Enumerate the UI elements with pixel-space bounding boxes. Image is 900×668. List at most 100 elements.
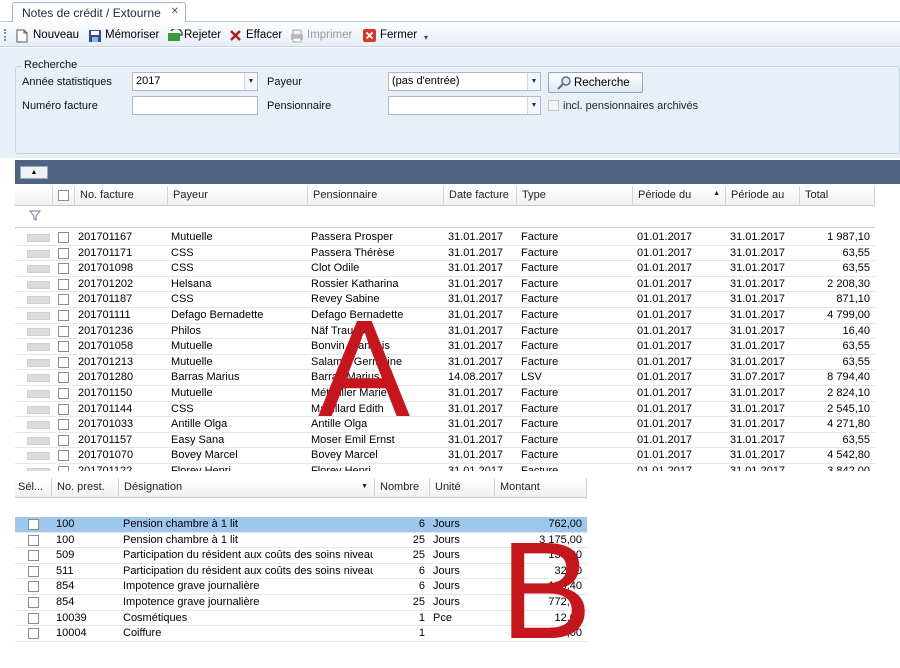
table-row[interactable]: 201701144 CSS Mabillard Edith 31.01.2017 Fac… <box>15 402 875 418</box>
annee-select[interactable]: 2017 ▼ <box>132 72 258 91</box>
tab-notes-credit[interactable]: Notes de crédit / Extourne ✕ <box>12 2 186 22</box>
numero-facture-input[interactable] <box>132 96 258 115</box>
header-montant[interactable]: Montant <box>495 478 587 498</box>
chevron-down-icon[interactable]: ▼ <box>244 73 257 90</box>
table-row[interactable]: 201701280 Barras Marius Barras Marius 14.08… <box>15 370 875 386</box>
table-row[interactable]: 201701202 Helsana Rossier Katharina 31.01.2… <box>15 277 875 293</box>
row-checkbox[interactable] <box>28 612 39 624</box>
filter-row[interactable] <box>15 206 875 228</box>
header-no-prest[interactable]: No. prest. <box>52 478 119 498</box>
row-indicator[interactable] <box>27 265 50 274</box>
row-checkbox[interactable] <box>28 597 39 608</box>
row-indicator[interactable] <box>27 249 50 258</box>
table-cell: 31.01.2017 <box>730 449 786 462</box>
archived-checkbox[interactable] <box>548 100 559 111</box>
header-unite[interactable]: Unité <box>430 478 495 498</box>
table-row[interactable]: 201701033 Antille Olga Antille Olga 31.01.2… <box>15 417 875 433</box>
row-checkbox[interactable] <box>58 450 69 462</box>
table-row[interactable]: 201701098 CSS Clot Odile 31.01.2017 Facture 0… <box>15 261 875 277</box>
row-checkbox[interactable] <box>58 466 69 471</box>
row-checkbox[interactable] <box>28 565 39 577</box>
row-checkbox[interactable] <box>58 419 69 431</box>
row-indicator[interactable] <box>27 312 50 320</box>
fermer-button[interactable]: Fermer <box>363 27 417 43</box>
header-periode-au[interactable]: Période au <box>726 186 800 206</box>
nouveau-button[interactable]: Nouveau <box>16 27 79 43</box>
row-checkbox[interactable] <box>28 519 39 530</box>
row-checkbox[interactable] <box>58 434 69 446</box>
row-checkbox[interactable] <box>28 550 39 562</box>
effacer-button[interactable]: Effacer <box>229 27 282 43</box>
row-indicator[interactable] <box>27 296 50 305</box>
row-indicator[interactable] <box>27 327 50 336</box>
table-row[interactable]: 201701213 Mutuelle Salamin Germaine 31.01.2… <box>15 355 875 371</box>
row-indicator[interactable] <box>27 390 50 398</box>
row-checkbox[interactable] <box>58 356 69 368</box>
row-indicator[interactable] <box>27 452 50 461</box>
table-cell: Philos <box>171 324 201 337</box>
table-row[interactable]: 201701167 Mutuelle Passera Prosper 31.01.20… <box>15 230 875 246</box>
header-periode-du[interactable]: Période du ▲ <box>633 186 726 206</box>
row-indicator[interactable] <box>27 374 50 383</box>
table-row[interactable]: 201701122 Florey Henri Florey Henri 31.01.2… <box>15 464 875 471</box>
header-designation[interactable]: Désignation ▼ <box>119 478 375 498</box>
close-tab-icon[interactable]: ✕ <box>171 6 179 17</box>
filter-icon[interactable] <box>28 210 42 224</box>
row-checkbox[interactable] <box>58 388 69 399</box>
table-row[interactable]: 201701150 Mutuelle Métrailler Marie 31.01.2… <box>15 386 875 402</box>
row-indicator[interactable] <box>27 358 50 367</box>
header-total[interactable]: Total <box>800 186 875 206</box>
row-indicator[interactable] <box>27 234 50 242</box>
memoriser-button[interactable]: Mémoriser <box>88 27 159 43</box>
table-cell: Mutuelle <box>171 355 213 368</box>
row-checkbox[interactable] <box>58 247 69 259</box>
table-row[interactable]: 201701058 Mutuelle Bonvin François 31.01.20… <box>15 339 875 355</box>
row-indicator[interactable] <box>27 421 50 430</box>
table-row[interactable]: 201701171 CSS Passera Thérèse 31.01.2017 Fac… <box>15 246 875 262</box>
table-row[interactable]: 201701187 CSS Revey Sabine 31.01.2017 Factur… <box>15 292 875 308</box>
row-checkbox[interactable] <box>28 628 39 640</box>
table-row[interactable]: 201701157 Easy Sana Moser Emil Ernst 31.01.… <box>15 433 875 449</box>
header-nombre[interactable]: Nombre <box>375 478 430 498</box>
imprimer-button[interactable]: Imprimer <box>290 27 352 43</box>
collapse-icon[interactable]: ▲ <box>20 166 48 179</box>
table-row[interactable]: 201701236 Philos Näf Traugott 31.01.2017 Fac… <box>15 324 875 340</box>
chevron-down-icon[interactable]: ▼ <box>527 73 540 90</box>
header-sel[interactable]: Sél... <box>15 478 52 498</box>
table-cell: Rossier Katharina <box>311 277 399 290</box>
table-row[interactable]: 201701111 Defago Bernadette Defago Bernade… <box>15 308 875 324</box>
row-checkbox[interactable] <box>28 534 39 546</box>
row-checkbox[interactable] <box>58 372 69 384</box>
chevron-down-icon[interactable]: ▼ <box>361 483 368 490</box>
toolbar-grip[interactable] <box>4 29 6 41</box>
select-all-checkbox[interactable] <box>58 190 69 201</box>
header-pensionnaire[interactable]: Pensionnaire <box>308 186 444 206</box>
table-row[interactable]: 201701070 Bovey Marcel Bovey Marcel 31.01.2… <box>15 448 875 464</box>
row-checkbox[interactable] <box>28 581 39 593</box>
recherche-button[interactable]: Recherche <box>548 72 643 93</box>
header-type[interactable]: Type <box>517 186 633 206</box>
toolbar-overflow-icon[interactable]: ▾ <box>424 29 428 45</box>
payeur-select[interactable]: (pas d'entrée) ▼ <box>388 72 541 91</box>
row-checkbox[interactable] <box>58 341 69 353</box>
chevron-down-icon[interactable]: ▼ <box>527 97 540 114</box>
row-checkbox[interactable] <box>58 278 69 290</box>
row-checkbox[interactable] <box>58 310 69 321</box>
row-checkbox[interactable] <box>58 403 69 415</box>
grid-select-all-header[interactable] <box>53 186 75 206</box>
row-checkbox[interactable] <box>58 232 69 243</box>
row-indicator[interactable] <box>27 343 50 352</box>
row-indicator[interactable] <box>27 436 50 445</box>
rejeter-button[interactable]: Rejeter <box>167 26 221 43</box>
row-checkbox[interactable] <box>58 294 69 306</box>
table-cell: 01.01.2017 <box>637 293 693 306</box>
row-indicator[interactable] <box>27 405 50 414</box>
header-date-facture[interactable]: Date facture <box>444 186 517 206</box>
row-indicator[interactable] <box>27 468 50 471</box>
row-checkbox[interactable] <box>58 325 69 337</box>
row-indicator[interactable] <box>27 280 50 289</box>
header-payeur[interactable]: Payeur <box>168 186 308 206</box>
pensionnaire-select[interactable]: ▼ <box>388 96 541 115</box>
header-no-facture[interactable]: No. facture <box>75 186 168 206</box>
row-checkbox[interactable] <box>58 263 69 275</box>
